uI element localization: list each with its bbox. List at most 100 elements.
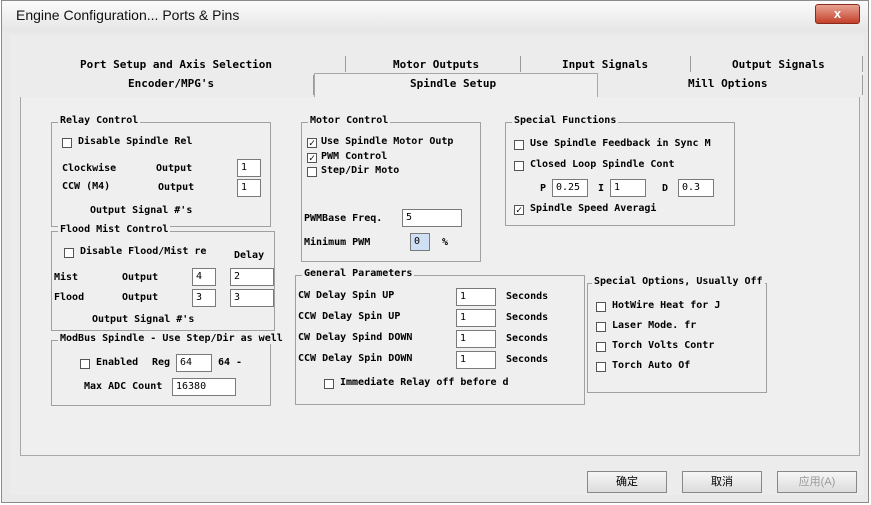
ccw-label: CCW (M4) [62, 181, 111, 192]
tab-spindle-setup[interactable]: Spindle Setup [410, 77, 496, 90]
flood-output-label: Output [122, 292, 159, 303]
relay-control-group: Relay Control Disable Spindle Rel Clockw… [51, 115, 271, 227]
modbus-enabled-checkbox[interactable] [80, 359, 90, 369]
torch-auto-off-label: Torch Auto Of [612, 360, 691, 371]
p-input[interactable]: 0.25 [552, 179, 588, 197]
d-input[interactable]: 0.3 [678, 179, 714, 197]
tab-input-signals[interactable]: Input Signals [562, 58, 648, 71]
mist-delay-input[interactable]: 2 [230, 268, 274, 286]
ccw-delay-spin-up-unit: Seconds [506, 312, 549, 323]
step-dir-motor-checkbox[interactable] [307, 167, 317, 177]
i-input[interactable]: 1 [610, 179, 646, 197]
motor-control-group: Motor Control ✓ Use Spindle Motor Outp ✓… [301, 115, 481, 262]
spindle-feedback-label: Use Spindle Feedback in Sync M [530, 138, 711, 149]
dialog-window: Engine Configuration... Ports & Pins x P… [1, 0, 869, 503]
checkmark-icon: ✓ [308, 138, 316, 149]
cw-output-input[interactable]: 1 [237, 159, 261, 177]
cancel-button[interactable]: 取消 [682, 471, 762, 493]
spindle-feedback-checkbox[interactable] [514, 140, 524, 150]
checkmark-icon: ✓ [308, 153, 316, 164]
laser-mode-checkbox[interactable] [596, 322, 606, 332]
mist-output-label: Output [122, 272, 159, 283]
pwm-base-freq-input[interactable]: 5 [402, 209, 462, 227]
closed-loop-label: Closed Loop Spindle Cont [530, 159, 675, 170]
minimum-pwm-label: Minimum PWM [304, 237, 371, 248]
modbus-enabled-label: Enabled [96, 357, 139, 368]
p-label: P [540, 183, 547, 194]
flood-mist-title: Flood Mist Control [58, 224, 171, 235]
ccw-output-input[interactable]: 1 [237, 179, 261, 197]
clockwise-label: Clockwise [62, 163, 117, 174]
immediate-relay-off-label: Immediate Relay off before d [340, 377, 509, 388]
use-spindle-motor-label: Use Spindle Motor Outp [321, 136, 454, 147]
max-adc-input[interactable]: 16380 [172, 378, 236, 396]
special-functions-group: Special Functions Use Spindle Feedback i… [505, 115, 735, 226]
closed-loop-checkbox[interactable] [514, 161, 524, 171]
general-parameters-group: General Parameters CW Delay Spin UP 1 Se… [295, 268, 585, 405]
mist-output-input[interactable]: 4 [192, 268, 216, 286]
special-options-title: Special Options, Usually Off [592, 276, 765, 287]
disable-spindle-relay-checkbox[interactable] [62, 138, 72, 148]
flood-delay-input[interactable]: 3 [230, 289, 274, 307]
cw-delay-spin-up-input[interactable]: 1 [456, 288, 496, 306]
spindle-speed-averaging-checkbox[interactable]: ✓ [514, 205, 524, 216]
torch-auto-off-checkbox[interactable] [596, 362, 606, 372]
minimum-pwm-input[interactable]: 0 [410, 233, 430, 251]
ccw-delay-spin-up-input[interactable]: 1 [456, 309, 496, 327]
spindle-speed-averaging-label: Spindle Speed Averagi [530, 203, 657, 214]
ccw-delay-spin-down-unit: Seconds [506, 354, 549, 365]
ok-button[interactable]: 确定 [587, 471, 667, 493]
tab-divider [690, 56, 691, 72]
use-spindle-motor-checkbox[interactable]: ✓ [307, 138, 317, 149]
title-bar[interactable]: Engine Configuration... Ports & Pins x [2, 1, 868, 31]
close-button[interactable]: x [815, 4, 860, 24]
cw-delay-spin-up-unit: Seconds [506, 291, 549, 302]
special-functions-title: Special Functions [512, 115, 619, 126]
immediate-relay-off-checkbox[interactable] [324, 379, 334, 389]
pwm-base-freq-label: PWMBase Freq. [304, 213, 383, 224]
special-options-group: Special Options, Usually Off HotWire Hea… [587, 276, 767, 393]
ccw-delay-spin-down-input[interactable]: 1 [456, 351, 496, 369]
pwm-control-checkbox[interactable]: ✓ [307, 153, 317, 164]
reg-suffix: 64 - [218, 357, 243, 368]
cw-delay-spin-down-input[interactable]: 1 [456, 330, 496, 348]
tab-divider [345, 56, 346, 72]
tab-port-setup[interactable]: Port Setup and Axis Selection [80, 58, 272, 71]
tab-divider [862, 75, 863, 95]
motor-control-title: Motor Control [308, 115, 391, 126]
ccw-delay-spin-down-label: CCW Delay Spin DOWN [298, 353, 413, 364]
flood-label: Flood [54, 292, 85, 303]
tab-output-signals[interactable]: Output Signals [732, 58, 825, 71]
relay-output-signals-label: Output Signal #'s [90, 205, 193, 216]
tab-encoder-mpg[interactable]: Encoder/MPG's [128, 77, 214, 90]
tab-motor-outputs[interactable]: Motor Outputs [393, 58, 479, 71]
modbus-spindle-group: ModBus Spindle - Use Step/Dir as well En… [51, 333, 285, 406]
window-title: Engine Configuration... Ports & Pins [16, 7, 240, 23]
spindle-setup-panel: Relay Control Disable Spindle Rel Clockw… [20, 97, 860, 456]
mist-label: Mist [54, 272, 79, 283]
d-label: D [662, 183, 669, 194]
tab-mill-options[interactable]: Mill Options [688, 77, 767, 90]
cw-delay-spin-down-label: CW Delay Spind DOWN [298, 332, 413, 343]
flood-output-input[interactable]: 3 [192, 289, 216, 307]
delay-column-label: Delay [234, 250, 265, 261]
cw-delay-spin-down-unit: Seconds [506, 333, 549, 344]
i-label: I [598, 183, 605, 194]
apply-button[interactable]: 应用(A) [777, 471, 857, 493]
step-dir-motor-label: Step/Dir Moto [321, 165, 400, 176]
hotwire-heat-label: HotWire Heat for J [612, 300, 721, 311]
tab-divider [862, 56, 863, 72]
cw-output-label: Output [156, 163, 193, 174]
laser-mode-label: Laser Mode. fr [612, 320, 697, 331]
general-parameters-title: General Parameters [302, 268, 415, 279]
cw-delay-spin-up-label: CW Delay Spin UP [298, 290, 395, 301]
relay-control-title: Relay Control [58, 115, 141, 126]
disable-flood-mist-checkbox[interactable] [64, 248, 74, 258]
disable-spindle-relay-label: Disable Spindle Rel [78, 136, 193, 147]
hotwire-heat-checkbox[interactable] [596, 302, 606, 312]
torch-volts-checkbox[interactable] [596, 342, 606, 352]
reg-input[interactable]: 64 [176, 354, 212, 372]
ccw-delay-spin-up-label: CCW Delay Spin UP [298, 311, 401, 322]
checkmark-icon: ✓ [515, 205, 523, 216]
reg-label: Reg [152, 357, 171, 368]
